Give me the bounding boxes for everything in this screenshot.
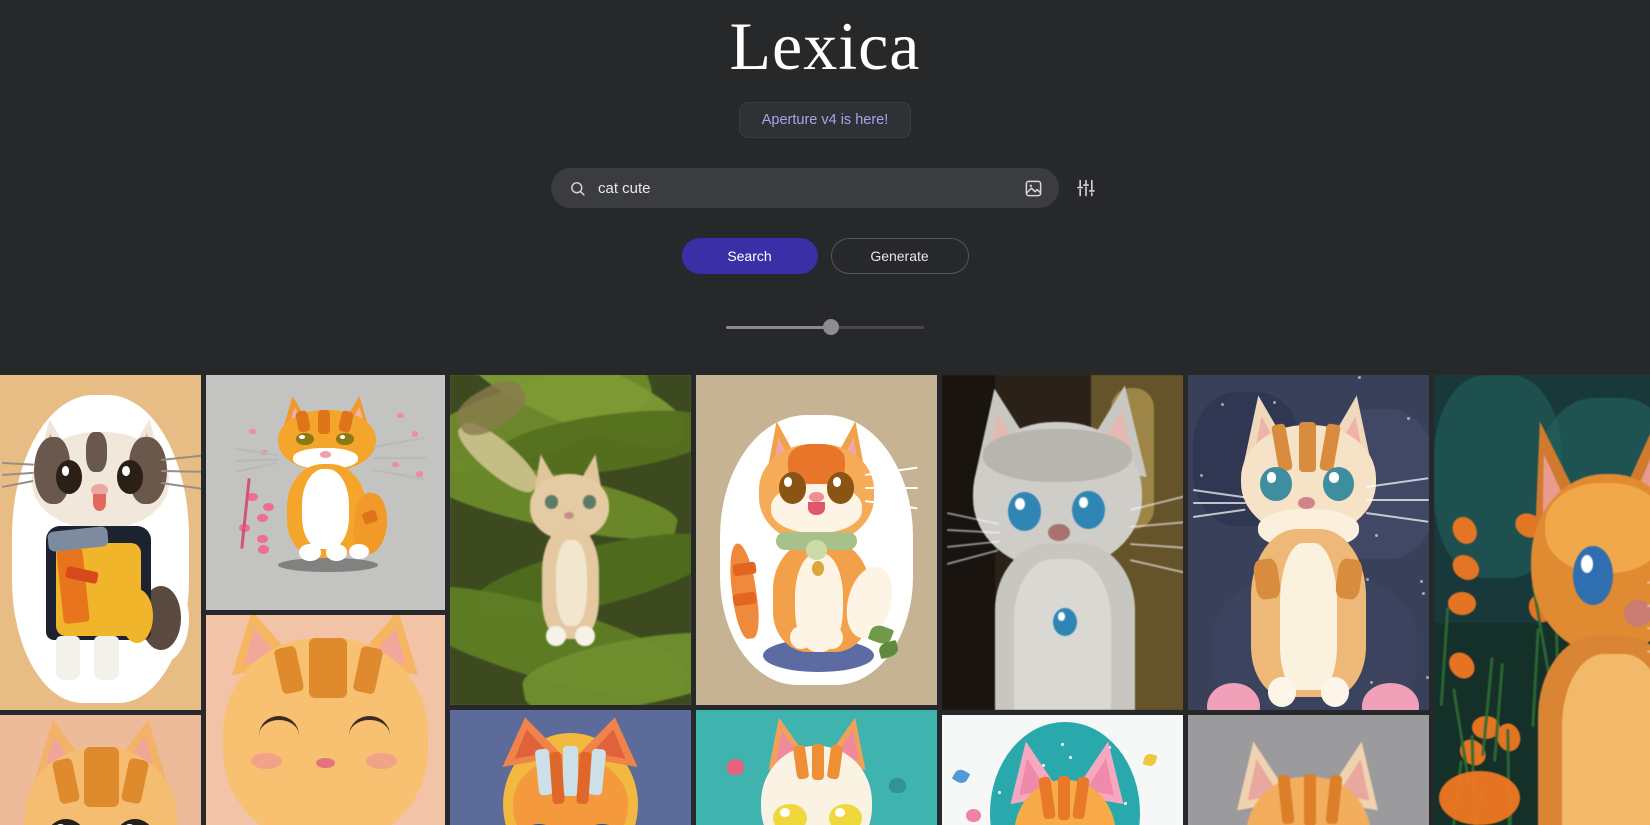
image-upload-icon[interactable] bbox=[1021, 176, 1045, 200]
results-column bbox=[1188, 375, 1429, 825]
results-column bbox=[1434, 375, 1650, 825]
announcement-banner: Aperture v4 is here! bbox=[739, 102, 912, 138]
result-image-tile[interactable] bbox=[1188, 375, 1429, 710]
announcement-button[interactable]: Aperture v4 is here! bbox=[739, 102, 912, 138]
sliders-filter-icon[interactable] bbox=[1073, 175, 1099, 201]
generate-button[interactable]: Generate bbox=[831, 238, 969, 274]
search-row bbox=[551, 168, 1099, 208]
results-column bbox=[450, 375, 691, 825]
result-image-tile[interactable] bbox=[942, 375, 1183, 710]
result-image-tile[interactable] bbox=[450, 375, 691, 705]
slider-fill bbox=[726, 326, 831, 329]
search-button[interactable]: Search bbox=[682, 238, 818, 274]
lexica-page: Lexica Aperture v4 is here! cat cute Sea… bbox=[0, 0, 1650, 825]
search-input[interactable] bbox=[598, 180, 1009, 197]
result-image-tile[interactable] bbox=[206, 375, 445, 610]
search-icon bbox=[569, 180, 586, 197]
results-column bbox=[206, 375, 445, 825]
action-buttons: Search Generate bbox=[682, 238, 969, 274]
results-column bbox=[0, 375, 201, 825]
result-image-tile[interactable] bbox=[0, 375, 201, 710]
result-image-tile[interactable] bbox=[450, 710, 691, 825]
page-title: Lexica bbox=[730, 12, 921, 80]
result-image-tile[interactable] bbox=[696, 375, 937, 705]
search-bar[interactable] bbox=[551, 168, 1059, 208]
results-column bbox=[696, 375, 937, 825]
result-image-tile[interactable] bbox=[942, 715, 1183, 825]
result-image-tile[interactable] bbox=[0, 715, 201, 825]
image-results-grid bbox=[0, 375, 1650, 825]
result-image-tile[interactable] bbox=[1188, 715, 1429, 825]
page-header: Lexica Aperture v4 is here! cat cute Sea… bbox=[0, 0, 1650, 375]
slider-thumb[interactable] bbox=[823, 319, 839, 335]
result-image-tile[interactable] bbox=[1434, 375, 1650, 825]
results-column bbox=[942, 375, 1183, 825]
grid-size-slider[interactable] bbox=[726, 318, 924, 336]
result-image-tile[interactable] bbox=[696, 710, 937, 825]
result-image-tile[interactable] bbox=[206, 615, 445, 825]
